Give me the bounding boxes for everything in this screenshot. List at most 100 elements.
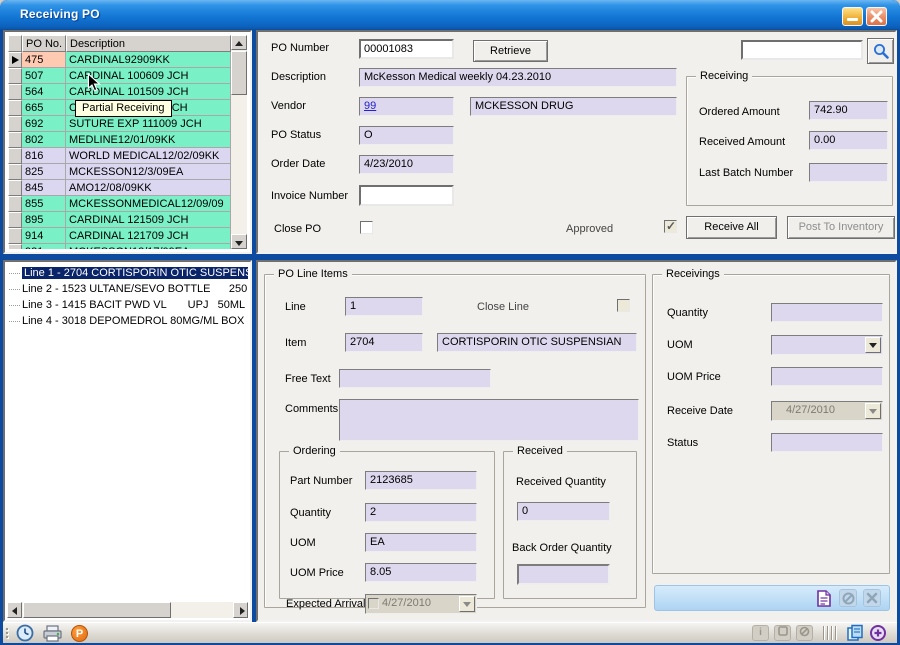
- description-cell[interactable]: MCKESSONMEDICAL12/09/09: [66, 196, 231, 212]
- po-no-cell[interactable]: 914: [22, 228, 66, 244]
- row-selector[interactable]: [8, 84, 22, 100]
- grid-row[interactable]: 816WORLD MEDICAL12/02/09KK: [8, 148, 247, 164]
- copy-pages-icon[interactable]: [846, 624, 864, 642]
- scroll-thumb[interactable]: [231, 51, 247, 95]
- receive-all-button[interactable]: Receive All: [686, 216, 777, 239]
- grid-header-description[interactable]: Description: [66, 35, 231, 52]
- date-dropdown-button[interactable]: [865, 403, 881, 419]
- po-line-tree[interactable]: Line 1 - 2704 CORTISPORIN OTIC SUSPENSIL…: [7, 266, 248, 600]
- po-no-cell[interactable]: 802: [22, 132, 66, 148]
- description-cell[interactable]: MCKESSON12/17/09EA: [66, 244, 231, 249]
- expected-arrival-checkbox[interactable]: [368, 598, 379, 609]
- grid-row[interactable]: 921MCKESSON12/17/09EA: [8, 244, 247, 249]
- retrieve-button[interactable]: Retrieve: [473, 40, 548, 62]
- po-no-cell[interactable]: 895: [22, 212, 66, 228]
- grid-row[interactable]: 507CARDINAL 100609 JCH: [8, 68, 247, 84]
- printer-icon[interactable]: [43, 625, 62, 642]
- uom-dropdown-button[interactable]: [865, 337, 881, 353]
- tree-item-label: Line 3 - 1415 BACIT PWD VL UPJ 50ML: [22, 299, 245, 311]
- po-grid[interactable]: PO No. Description 475CARDINAL92909KK507…: [8, 35, 247, 249]
- receiving-uom-combobox[interactable]: [771, 335, 883, 355]
- description-cell[interactable]: SUTURE EXP 111009 JCH: [66, 116, 231, 132]
- po-no-cell[interactable]: 825: [22, 164, 66, 180]
- description-field: McKesson Medical weekly 04.23.2010: [359, 68, 677, 87]
- p-badge-icon[interactable]: P: [71, 625, 88, 642]
- scroll-thumb-horizontal[interactable]: [23, 602, 171, 618]
- minimize-button[interactable]: [842, 7, 863, 26]
- po-no-cell[interactable]: 816: [22, 148, 66, 164]
- grid-row[interactable]: 564CARDINAL 101509 JCH: [8, 84, 247, 100]
- po-no-cell[interactable]: 475: [22, 52, 66, 68]
- grid-row[interactable]: 845AMO12/08/09KK: [8, 180, 247, 196]
- row-selector[interactable]: [8, 52, 22, 68]
- cancel-icon[interactable]: [796, 625, 813, 641]
- post-to-inventory-button[interactable]: Post To Inventory: [787, 216, 895, 239]
- scroll-up-button[interactable]: [231, 35, 247, 50]
- tree-item[interactable]: Line 1 - 2704 CORTISPORIN OTIC SUSPENSI: [7, 266, 248, 282]
- scroll-left-button[interactable]: [7, 602, 22, 618]
- description-cell[interactable]: CARDINAL92909KK: [66, 52, 231, 68]
- save-icon[interactable]: [774, 625, 791, 641]
- vendor-search-input[interactable]: [741, 40, 863, 60]
- po-no-cell[interactable]: 665: [22, 100, 66, 116]
- uom-price-field: 8.05: [365, 563, 477, 582]
- close-line-checkbox[interactable]: [617, 299, 630, 312]
- grid-row[interactable]: 825MCKESSON12/3/09EA: [8, 164, 247, 180]
- delete-receiving-button[interactable]: [863, 589, 881, 607]
- dropdown-button[interactable]: [459, 596, 475, 612]
- po-no-cell[interactable]: 921: [22, 244, 66, 249]
- tree-item[interactable]: Line 3 - 1415 BACIT PWD VL UPJ 50ML: [7, 298, 248, 314]
- row-selector[interactable]: [8, 116, 22, 132]
- search-button[interactable]: [867, 38, 894, 64]
- grid-row[interactable]: 895CARDINAL 121509 JCH: [8, 212, 247, 228]
- invoice-number-input[interactable]: [359, 185, 454, 206]
- grid-row[interactable]: 475CARDINAL92909KK: [8, 52, 247, 68]
- description-cell[interactable]: MCKESSON12/3/09EA: [66, 164, 231, 180]
- new-receiving-button[interactable]: [815, 589, 833, 607]
- row-selector[interactable]: [8, 132, 22, 148]
- tree-item[interactable]: Line 2 - 1523 ULTANE/SEVO BOTTLE 250: [7, 282, 248, 298]
- po-number-input[interactable]: [359, 39, 454, 59]
- row-selector[interactable]: [8, 196, 22, 212]
- clock-icon[interactable]: [16, 624, 34, 642]
- receive-date-picker[interactable]: 4/27/2010: [771, 401, 883, 421]
- grid-row[interactable]: 802MEDLINE12/01/09KK: [8, 132, 247, 148]
- grid-row[interactable]: 692SUTURE EXP 111009 JCH: [8, 116, 247, 132]
- grid-header-po-no[interactable]: PO No.: [22, 35, 66, 52]
- row-selector[interactable]: [8, 148, 22, 164]
- scroll-right-button[interactable]: [233, 602, 248, 618]
- expected-arrival-datepicker[interactable]: 4/27/2010: [365, 594, 477, 614]
- tree-horizontal-scrollbar[interactable]: [7, 602, 248, 618]
- po-no-cell[interactable]: 507: [22, 68, 66, 84]
- row-selector[interactable]: [8, 100, 22, 116]
- close-po-checkbox[interactable]: [360, 221, 373, 234]
- row-selector[interactable]: [8, 68, 22, 84]
- row-selector[interactable]: [8, 212, 22, 228]
- comments-textarea[interactable]: [339, 399, 639, 441]
- row-selector[interactable]: [8, 244, 22, 249]
- grid-vertical-scrollbar[interactable]: [231, 35, 247, 249]
- po-no-cell[interactable]: 564: [22, 84, 66, 100]
- grid-row[interactable]: 855MCKESSONMEDICAL12/09/09: [8, 196, 247, 212]
- add-circle-icon[interactable]: [869, 624, 887, 642]
- vendor-code-link[interactable]: 99: [364, 100, 376, 112]
- tree-item[interactable]: Line 4 - 3018 DEPOMEDROL 80MG/ML BOX: [7, 314, 248, 330]
- info-icon[interactable]: i: [752, 625, 769, 641]
- grid-row[interactable]: 914CARDINAL 121709 JCH: [8, 228, 247, 244]
- po-no-cell[interactable]: 845: [22, 180, 66, 196]
- scroll-down-button[interactable]: [231, 234, 247, 249]
- row-selector[interactable]: [8, 180, 22, 196]
- row-selector[interactable]: [8, 164, 22, 180]
- row-selector[interactable]: [8, 228, 22, 244]
- description-cell[interactable]: CARDINAL 121509 JCH: [66, 212, 231, 228]
- title-bar[interactable]: Receiving PO: [0, 0, 900, 30]
- description-cell[interactable]: WORLD MEDICAL12/02/09KK: [66, 148, 231, 164]
- approved-checkbox[interactable]: ✓: [664, 220, 677, 233]
- description-cell[interactable]: CARDINAL 121709 JCH: [66, 228, 231, 244]
- description-cell[interactable]: MEDLINE12/01/09KK: [66, 132, 231, 148]
- cancel-receiving-button[interactable]: [839, 589, 857, 607]
- po-no-cell[interactable]: 692: [22, 116, 66, 132]
- close-button[interactable]: [866, 7, 887, 26]
- po-no-cell[interactable]: 855: [22, 196, 66, 212]
- description-cell[interactable]: AMO12/08/09KK: [66, 180, 231, 196]
